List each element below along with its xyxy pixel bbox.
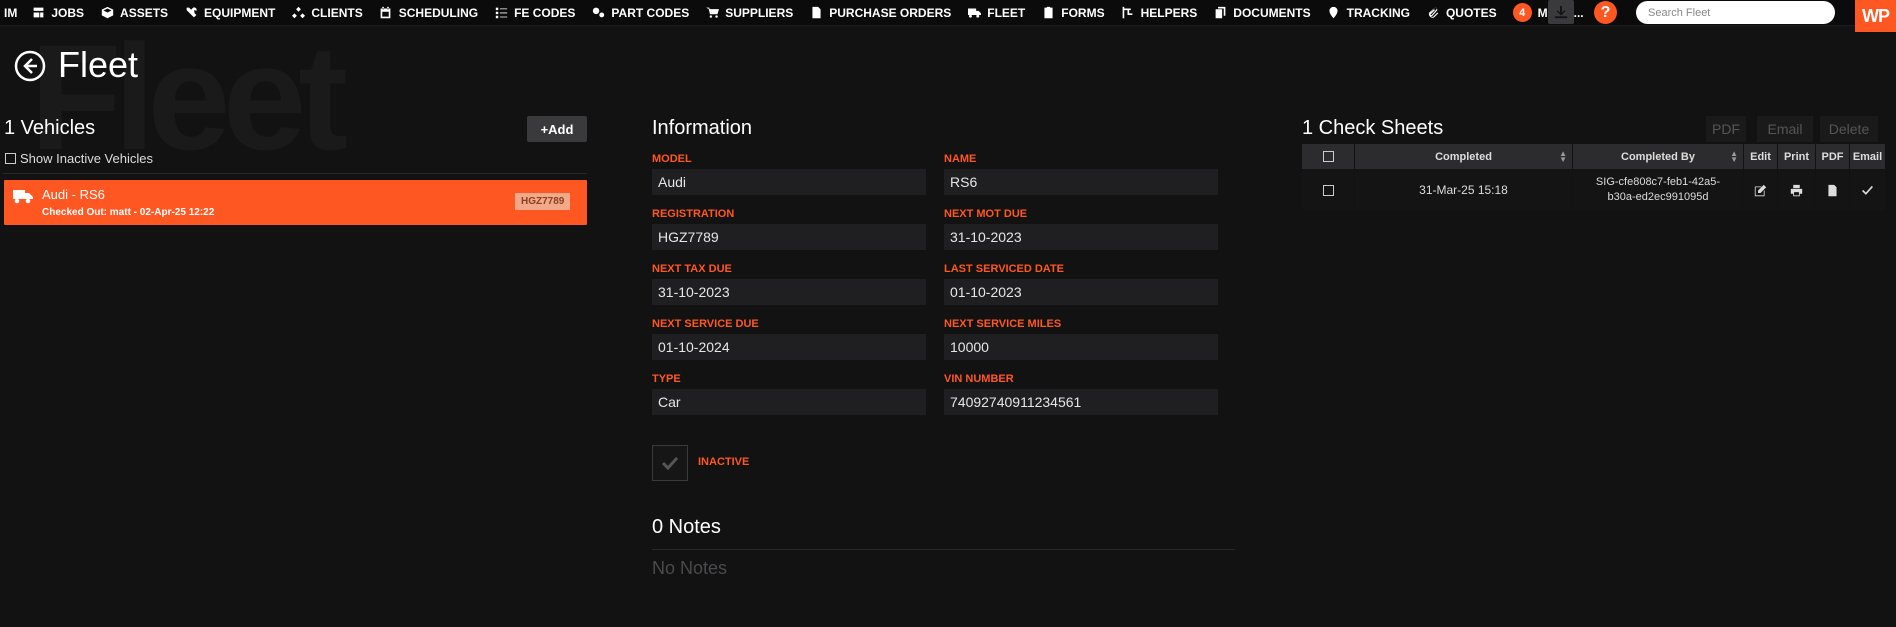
cart-icon	[705, 6, 719, 20]
row-completed: 31-Mar-25 15:18	[1355, 170, 1572, 210]
row-checkbox[interactable]	[1322, 184, 1334, 196]
back-arrow-icon[interactable]	[14, 50, 46, 82]
calendar-icon	[379, 6, 393, 20]
type-field[interactable]: Car	[652, 389, 926, 415]
sort-icon: ▲ ▼	[1730, 149, 1738, 164]
last-serviced-date-label: LAST SERVICED DATE	[944, 263, 1064, 275]
email-button[interactable]: Email	[1757, 116, 1813, 142]
name-field[interactable]: RS6	[944, 169, 1218, 195]
row-print-button[interactable]	[1778, 170, 1815, 210]
nav-item-forms[interactable]: FORMS	[1033, 0, 1112, 26]
vehicle-list-item[interactable]: Audi - RS6 Checked Out: matt - 02-Apr-25…	[4, 180, 587, 225]
next-service-miles-field[interactable]: 10000	[944, 334, 1218, 360]
check-icon	[661, 456, 679, 471]
nav-item-helpers[interactable]: HELPERS	[1113, 0, 1206, 26]
helpers-icon	[1121, 6, 1135, 20]
nav-item-part-codes[interactable]: PART CODES	[583, 0, 697, 26]
next-service-due-label: NEXT SERVICE DUE	[652, 318, 759, 330]
select-all-checkbox[interactable]	[1322, 151, 1334, 162]
sort-desc-icon: ▲ ▼	[1559, 149, 1567, 164]
row-edit-button[interactable]	[1744, 170, 1777, 210]
nav-item-fleet[interactable]: FLEET	[959, 0, 1033, 26]
next-service-due-field[interactable]: 01-10-2024	[652, 334, 926, 360]
type-label: TYPE	[652, 373, 681, 385]
information-title: Information	[652, 117, 753, 139]
row-email-button[interactable]	[1850, 170, 1885, 210]
app-logo[interactable]: WP	[1855, 0, 1896, 32]
nav-item-suppliers[interactable]: SUPPLIERS	[697, 0, 801, 26]
download-button[interactable]	[1548, 0, 1574, 24]
files-icon	[1213, 6, 1227, 20]
page-title: Fleet	[58, 44, 139, 85]
show-inactive-label: Show Inactive Vehicles	[20, 151, 153, 166]
column-header-email: Email	[1850, 144, 1885, 169]
map-marker-icon	[1327, 6, 1341, 20]
registration-field[interactable]: HGZ7789	[652, 224, 926, 250]
truck-icon	[967, 6, 981, 20]
print-icon	[1790, 184, 1803, 196]
vehicle-name: Audi - RS6	[42, 187, 105, 202]
next-tax-due-field[interactable]: 31-10-2023	[652, 279, 926, 305]
paperclip-icon	[1426, 6, 1440, 20]
add-vehicle-button[interactable]: +Add	[527, 116, 587, 142]
document-icon	[809, 6, 823, 20]
inactive-checkbox[interactable]	[652, 445, 688, 481]
row-select[interactable]	[1302, 170, 1354, 210]
notes-divider	[652, 549, 1235, 550]
help-button[interactable]: ?	[1594, 1, 1617, 24]
select-all-header[interactable]	[1302, 144, 1354, 169]
column-header-edit: Edit	[1744, 144, 1777, 169]
check-sheets-title: 1 Check Sheets	[1302, 117, 1444, 139]
download-icon	[1554, 5, 1568, 19]
notes-title: 0 Notes	[652, 516, 721, 538]
truck-icon	[13, 190, 33, 204]
name-label: NAME	[944, 153, 977, 165]
next-tax-due-label: NEXT TAX DUE	[652, 263, 732, 275]
nav-item-scheduling[interactable]: SCHEDULING	[371, 0, 486, 26]
model-label: MODEL	[652, 153, 692, 165]
vehicles-title: 1 Vehicles	[4, 117, 96, 139]
nav-item-fe-codes[interactable]: FE CODES	[486, 0, 583, 26]
nav-item-documents[interactable]: DOCUMENTS	[1205, 0, 1318, 26]
more-count-badge: 4	[1512, 3, 1532, 22]
vehicle-checkout-status: Checked Out: matt - 02-Apr-25 12:22	[42, 207, 215, 218]
column-header-completed-by[interactable]: Completed By ▲ ▼	[1573, 144, 1743, 169]
model-field[interactable]: Audi	[652, 169, 926, 195]
last-serviced-date-field[interactable]: 01-10-2023	[944, 279, 1218, 305]
next-service-miles-label: NEXT SERVICE MILES	[944, 318, 1062, 330]
nav-item-tracking[interactable]: TRACKING	[1319, 0, 1418, 26]
row-completed-by: SIG-cfe808c7-feb1-42a5-b30a-ed2ec991095d	[1573, 170, 1743, 210]
row-pdf-button[interactable]	[1816, 170, 1849, 210]
vin-number-label: VIN NUMBER	[944, 373, 1014, 385]
clipboard-icon	[1041, 6, 1055, 20]
edit-icon	[1754, 184, 1767, 196]
nav-item-im[interactable]: IM	[0, 0, 23, 26]
list-icon	[494, 6, 508, 20]
column-header-print: Print	[1778, 144, 1815, 169]
show-inactive-checkbox[interactable]	[5, 153, 16, 164]
gears-icon	[591, 6, 605, 20]
delete-button[interactable]: Delete	[1820, 116, 1878, 142]
show-inactive-toggle[interactable]: Show Inactive Vehicles	[5, 151, 153, 166]
nav-item-quotes[interactable]: QUOTES	[1418, 0, 1505, 26]
next-mot-due-label: NEXT MOT DUE	[944, 208, 1028, 220]
column-header-pdf: PDF	[1816, 144, 1849, 169]
vehicles-divider	[3, 173, 587, 174]
registration-label: REGISTRATION	[652, 208, 735, 220]
search-input[interactable]	[1636, 1, 1835, 24]
vin-number-field[interactable]: 74092740911234561	[944, 389, 1218, 415]
inactive-label: INACTIVE	[698, 456, 750, 468]
check-icon	[1862, 185, 1873, 195]
next-mot-due-field[interactable]: 31-10-2023	[944, 224, 1218, 250]
no-notes-text: No Notes	[652, 558, 728, 578]
pdf-button[interactable]: PDF	[1706, 116, 1746, 142]
nav-item-purchase-orders[interactable]: PURCHASE ORDERS	[801, 0, 959, 26]
pdf-icon	[1828, 184, 1837, 196]
column-header-completed[interactable]: Completed ▲ ▼	[1355, 144, 1572, 169]
vehicle-registration-badge: HGZ7789	[515, 193, 571, 210]
